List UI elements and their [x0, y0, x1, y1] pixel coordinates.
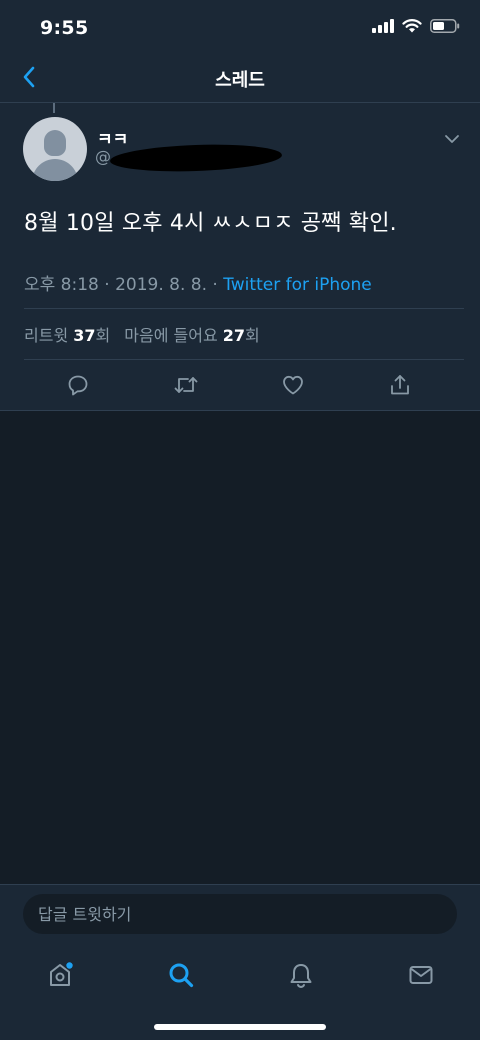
- retweets-unit: 회: [95, 326, 111, 345]
- signal-icon: [372, 18, 394, 37]
- tweet-timestamp: 오후 8:18 · 2019. 8. 8. ·: [24, 275, 224, 295]
- likes-label: 마음에 들어요: [124, 326, 218, 345]
- avatar-body: [32, 159, 78, 181]
- reply-button[interactable]: [64, 371, 92, 399]
- like-button[interactable]: [279, 371, 307, 399]
- avatar-head: [44, 130, 66, 156]
- home-icon: [50, 962, 73, 986]
- tab-notifications[interactable]: [281, 955, 321, 995]
- tweet-detail: ㅋㅋ @ 8월 10일 오후 4시 ㅆㅅㅁㅈ 공짹 확인. 오후 8:18 · …: [0, 103, 480, 411]
- wifi-icon: [402, 18, 422, 37]
- avatar[interactable]: [23, 117, 87, 181]
- user-handle[interactable]: @: [95, 147, 111, 166]
- retweet-icon: [174, 377, 198, 393]
- status-bar: 9:55: [0, 0, 480, 56]
- tab-home[interactable]: [40, 955, 80, 995]
- retweet-count-link[interactable]: 리트윗 37회: [24, 322, 110, 346]
- tweet-source-link[interactable]: Twitter for iPhone: [223, 275, 372, 295]
- tweet-meta: 오후 8:18 · 2019. 8. 8. · Twitter for iPho…: [24, 270, 372, 295]
- tab-messages[interactable]: [401, 955, 441, 995]
- tweet-actions: [0, 361, 480, 409]
- mail-icon: [409, 966, 433, 984]
- likes-count: 27: [222, 326, 246, 345]
- share-button[interactable]: [386, 371, 414, 399]
- status-time: 9:55: [40, 17, 89, 39]
- search-icon: [169, 963, 194, 988]
- tab-search[interactable]: [161, 955, 201, 995]
- bell-icon: [290, 964, 312, 989]
- tweet-text: 8월 10일 오후 4시 ㅆㅅㅁㅈ 공짹 확인.: [24, 211, 397, 236]
- thread-line: [53, 103, 55, 113]
- tweet-stats: 리트윗 37회 마음에 들어요 27회: [24, 308, 464, 360]
- home-indicator: [154, 1024, 326, 1030]
- likes-unit: 회: [245, 326, 260, 345]
- nav-bar: 스레드: [0, 56, 480, 103]
- heart-icon: [283, 375, 303, 395]
- tweet-menu-button[interactable]: [444, 129, 460, 148]
- retweets-label: 리트윗: [24, 326, 69, 345]
- retweets-count: 37: [73, 326, 96, 345]
- page-title: 스레드: [215, 70, 265, 91]
- likes-count-link[interactable]: 마음에 들어요 27회: [124, 322, 260, 346]
- tab-bar: [0, 955, 480, 1005]
- redaction-mark: [109, 142, 283, 174]
- retweet-button[interactable]: [172, 371, 200, 399]
- battery-icon: [430, 18, 460, 37]
- reply-input[interactable]: [23, 894, 457, 934]
- share-icon: [391, 375, 409, 395]
- bottom-area: [0, 884, 480, 1040]
- status-icons: [372, 18, 460, 37]
- reply-icon: [68, 375, 88, 396]
- chevron-down-icon: [445, 135, 459, 143]
